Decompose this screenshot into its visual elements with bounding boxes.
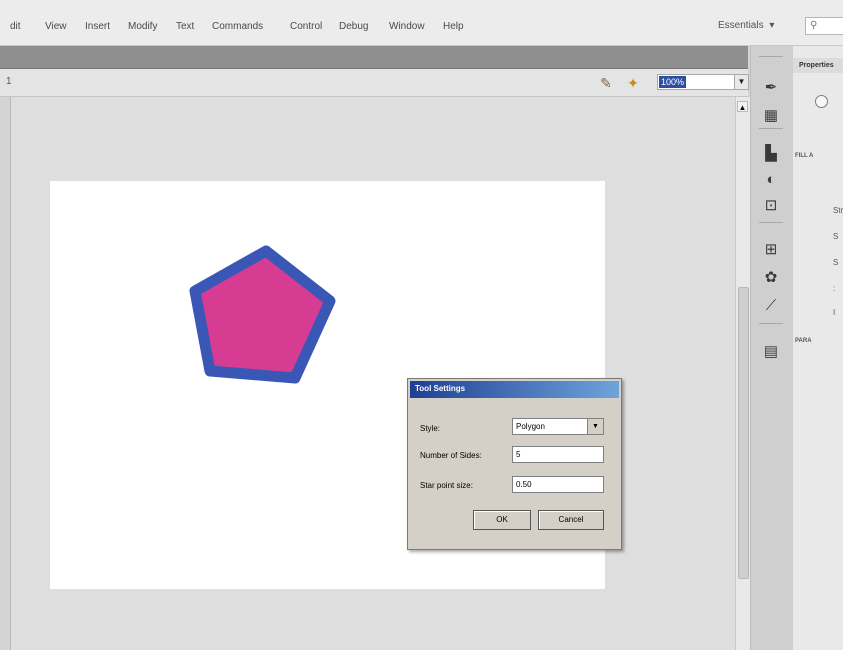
pentagon-shape[interactable] bbox=[189, 245, 336, 384]
workspace-switcher[interactable]: Essentials ▾ bbox=[718, 18, 792, 34]
dock-divider bbox=[759, 56, 783, 57]
sides-label: Number of Sides: bbox=[420, 451, 482, 460]
property-label: : bbox=[833, 284, 836, 293]
properties-panel: Properties FILL A Str S S : I PARA bbox=[793, 46, 843, 650]
menu-window[interactable]: Window bbox=[389, 21, 425, 32]
dock-divider bbox=[759, 128, 783, 129]
search-input[interactable]: ⚲ bbox=[805, 17, 843, 35]
menu-edit[interactable]: dit bbox=[10, 21, 21, 32]
dialog-titlebar[interactable]: Tool Settings bbox=[410, 381, 619, 398]
chevron-down-icon[interactable]: ▼ bbox=[587, 419, 603, 434]
panel-dock: ✒ ▦ ▙ ◐ ⊡ ⊞ ✿ ⟋ ▤ bbox=[750, 46, 794, 650]
sides-input[interactable]: 5 bbox=[512, 446, 604, 463]
chevron-down-icon: ▾ bbox=[769, 20, 775, 31]
menu-bar: dit View Insert Modify Text Commands Con… bbox=[0, 0, 843, 46]
brush-icon[interactable]: ⟋ bbox=[761, 296, 781, 316]
align-icon[interactable]: ▙ bbox=[761, 144, 781, 164]
swatches-icon[interactable]: ▦ bbox=[761, 106, 781, 126]
star-point-label: Star point size: bbox=[420, 481, 473, 490]
tool-radio-button[interactable] bbox=[815, 95, 828, 108]
motion-presets-icon[interactable]: ✿ bbox=[761, 268, 781, 288]
dock-divider bbox=[759, 323, 783, 324]
menu-control[interactable]: Control bbox=[290, 21, 322, 32]
dialog-title: Tool Settings bbox=[415, 384, 466, 393]
edit-bar: 1 ✎ ✦ 100% ▼ bbox=[0, 69, 749, 97]
properties-tab[interactable]: Properties bbox=[793, 58, 843, 73]
vertical-scrollbar[interactable]: ▲ bbox=[735, 97, 750, 650]
cancel-button[interactable]: Cancel bbox=[538, 510, 604, 530]
chevron-down-icon[interactable]: ▼ bbox=[734, 75, 748, 89]
search-icon: ⚲ bbox=[810, 20, 818, 31]
fill-section-header[interactable]: FILL A bbox=[795, 153, 813, 159]
transform-icon[interactable]: ⊡ bbox=[761, 196, 781, 216]
zoom-value: 100% bbox=[659, 76, 687, 88]
style-select[interactable]: Polygon ▼ bbox=[512, 418, 604, 435]
stroke-label: Str bbox=[833, 206, 843, 215]
components-icon[interactable]: ▤ bbox=[761, 342, 781, 362]
edit-scene-icon[interactable]: ✎ bbox=[598, 75, 614, 91]
menu-debug[interactable]: Debug bbox=[339, 21, 368, 32]
library-icon[interactable]: ⊞ bbox=[761, 240, 781, 260]
menu-help[interactable]: Help bbox=[443, 21, 464, 32]
menu-view[interactable]: View bbox=[45, 21, 67, 32]
property-label: S bbox=[833, 258, 839, 267]
style-label: Style: bbox=[420, 424, 441, 433]
ok-button[interactable]: OK bbox=[473, 510, 531, 530]
dock-divider bbox=[759, 222, 783, 223]
property-label: I bbox=[833, 308, 836, 317]
scroll-up-arrow-icon[interactable]: ▲ bbox=[737, 101, 748, 112]
edit-symbol-icon[interactable]: ✦ bbox=[625, 75, 641, 91]
tool-settings-dialog: Tool Settings Style: Polygon ▼ Number of… bbox=[407, 378, 622, 550]
menu-insert[interactable]: Insert bbox=[85, 21, 110, 32]
paragraph-section-header[interactable]: PARA bbox=[795, 338, 812, 344]
menu-commands[interactable]: Commands bbox=[212, 21, 263, 32]
star-point-input[interactable]: 0.50 bbox=[512, 476, 604, 493]
scrollbar-thumb[interactable] bbox=[738, 287, 749, 579]
menu-text[interactable]: Text bbox=[176, 21, 194, 32]
property-label: S bbox=[833, 232, 839, 241]
document-tab-strip bbox=[0, 46, 748, 69]
color-picker-icon[interactable]: ✒ bbox=[761, 78, 781, 98]
menu-modify[interactable]: Modify bbox=[128, 21, 157, 32]
workspace-label: Essentials bbox=[718, 20, 764, 31]
style-value: Polygon bbox=[516, 422, 545, 431]
breadcrumb[interactable]: 1 bbox=[6, 76, 12, 87]
info-icon[interactable]: ◐ bbox=[761, 170, 781, 190]
zoom-select[interactable]: 100% ▼ bbox=[657, 74, 749, 90]
